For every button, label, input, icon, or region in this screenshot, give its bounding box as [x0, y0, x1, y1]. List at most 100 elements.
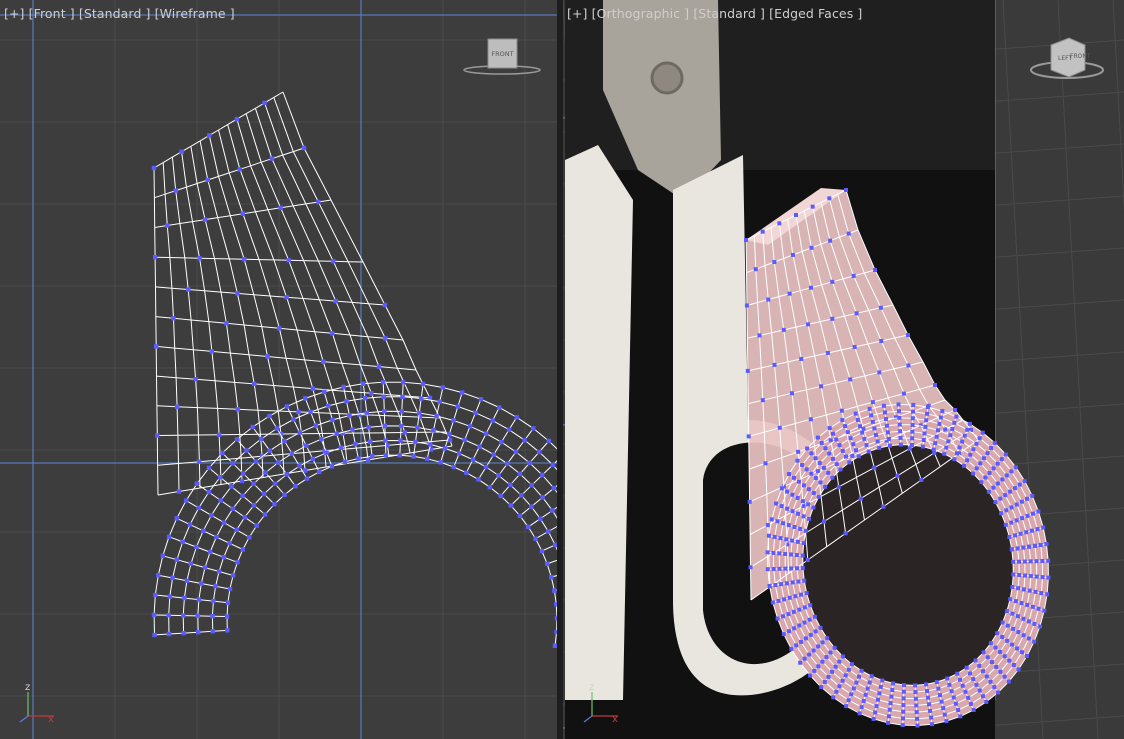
mesh-vertex[interactable] — [1022, 559, 1027, 564]
mesh-vertex[interactable] — [844, 704, 849, 709]
mesh-vertex[interactable] — [369, 454, 375, 459]
mesh-vertex[interactable] — [1005, 638, 1010, 643]
mesh-vertex[interactable] — [974, 466, 979, 471]
mesh-vertex[interactable] — [847, 460, 852, 465]
mesh-vertex[interactable] — [971, 707, 976, 712]
mesh-vertex[interactable] — [834, 462, 839, 467]
mesh-vertex[interactable] — [1032, 621, 1037, 626]
mesh-vertex[interactable] — [1009, 520, 1014, 525]
mesh-vertex[interactable] — [790, 509, 795, 514]
mesh-vertex[interactable] — [870, 400, 875, 405]
mesh-vertex[interactable] — [786, 523, 791, 528]
mesh-vertex[interactable] — [910, 429, 915, 434]
mesh-vertex[interactable] — [802, 605, 807, 610]
shading-preset-menu[interactable]: [Standard ] — [693, 6, 765, 21]
mesh-vertex[interactable] — [888, 701, 893, 706]
mesh-vertex[interactable] — [757, 333, 762, 338]
mesh-vertex[interactable] — [877, 691, 882, 696]
mesh-vertex[interactable] — [795, 458, 800, 463]
mesh-vertex[interactable] — [934, 680, 939, 685]
mesh-vertex[interactable] — [843, 531, 848, 536]
mesh-vertex[interactable] — [777, 566, 782, 571]
mesh-vertex[interactable] — [181, 630, 186, 636]
mesh-vertex[interactable] — [898, 442, 903, 447]
mesh-vertex[interactable] — [326, 403, 331, 409]
mesh-vertex[interactable] — [902, 683, 907, 688]
mesh-vertex[interactable] — [186, 287, 191, 292]
mesh-vertex[interactable] — [356, 456, 361, 461]
mesh-vertex[interactable] — [827, 196, 832, 201]
mesh-vertex[interactable] — [244, 448, 249, 453]
mesh-vertex[interactable] — [926, 695, 931, 700]
mesh-vertex[interactable] — [1009, 547, 1014, 552]
mesh-vertex[interactable] — [789, 566, 794, 571]
mesh-vertex[interactable] — [944, 719, 949, 724]
mesh-vertex[interactable] — [1026, 619, 1031, 624]
mesh-vertex[interactable] — [806, 502, 811, 507]
mesh-vertex[interactable] — [321, 389, 327, 395]
mesh-vertex[interactable] — [800, 553, 805, 558]
mesh-vertex[interactable] — [1046, 558, 1051, 563]
mesh-vertex[interactable] — [1034, 574, 1039, 579]
mesh-vertex[interactable] — [1036, 509, 1041, 514]
mesh-vertex[interactable] — [760, 398, 765, 403]
mesh-vertex[interactable] — [263, 470, 268, 475]
mesh-vertex[interactable] — [773, 583, 778, 588]
mesh-vertex[interactable] — [836, 484, 841, 489]
mesh-vertex[interactable] — [251, 481, 256, 486]
mesh-vertex[interactable] — [901, 689, 906, 694]
mesh-vertex[interactable] — [1007, 658, 1012, 663]
mesh-vertex[interactable] — [795, 566, 800, 571]
mesh-vertex[interactable] — [799, 592, 804, 597]
mesh-vertex[interactable] — [791, 475, 796, 480]
mesh-vertex[interactable] — [977, 688, 982, 693]
mesh-vertex[interactable] — [807, 652, 812, 657]
mesh-vertex[interactable] — [875, 439, 880, 444]
mesh-vertex[interactable] — [155, 433, 160, 438]
mesh-vertex[interactable] — [901, 391, 906, 396]
mesh-vertex[interactable] — [979, 480, 984, 485]
mesh-vertex[interactable] — [984, 674, 989, 679]
mesh-vertex[interactable] — [965, 427, 970, 432]
mesh-vertex[interactable] — [992, 685, 997, 690]
mesh-vertex[interactable] — [330, 417, 335, 423]
mesh-vertex[interactable] — [886, 720, 891, 725]
visual-style-menu[interactable]: [Wireframe ] — [155, 6, 235, 21]
mesh-vertex[interactable] — [744, 238, 748, 242]
mesh-vertex[interactable] — [967, 671, 972, 676]
mesh-vertex[interactable] — [858, 496, 863, 501]
mesh-vertex[interactable] — [795, 495, 800, 500]
mesh-vertex[interactable] — [825, 636, 830, 641]
mesh-vertex[interactable] — [797, 623, 802, 628]
mesh-vertex[interactable] — [293, 484, 298, 489]
mesh-vertex[interactable] — [272, 502, 277, 507]
mesh-vertex[interactable] — [909, 442, 914, 447]
mesh-vertex[interactable] — [934, 434, 939, 439]
mesh-vertex[interactable] — [296, 409, 301, 415]
mesh-vertex[interactable] — [539, 548, 545, 554]
mesh-vertex[interactable] — [297, 463, 302, 469]
mesh-vertex[interactable] — [877, 370, 882, 375]
mesh-vertex[interactable] — [933, 441, 938, 446]
mesh-vertex[interactable] — [224, 614, 230, 619]
mesh-vertex[interactable] — [884, 423, 889, 428]
mesh-vertex[interactable] — [202, 565, 208, 570]
mesh-vertex[interactable] — [886, 714, 891, 719]
mesh-vertex[interactable] — [779, 504, 784, 509]
mesh-vertex[interactable] — [928, 708, 933, 713]
mesh-vertex[interactable] — [854, 448, 859, 453]
mesh-vertex[interactable] — [235, 407, 240, 412]
mesh-vertex[interactable] — [964, 665, 969, 670]
mesh-vertex[interactable] — [234, 437, 240, 442]
mesh-vertex[interactable] — [924, 418, 929, 423]
mesh-vertex[interactable] — [938, 415, 943, 420]
mesh-vertex[interactable] — [830, 279, 835, 284]
mesh-vertex[interactable] — [789, 646, 794, 651]
mesh-vertex[interactable] — [901, 703, 906, 708]
mesh-vertex[interactable] — [369, 391, 374, 396]
mesh-vertex[interactable] — [1012, 486, 1017, 491]
mesh-vertex[interactable] — [981, 694, 986, 699]
mesh-vertex[interactable] — [776, 598, 781, 603]
mesh-vertex[interactable] — [968, 452, 973, 457]
mesh-vertex[interactable] — [382, 409, 387, 414]
